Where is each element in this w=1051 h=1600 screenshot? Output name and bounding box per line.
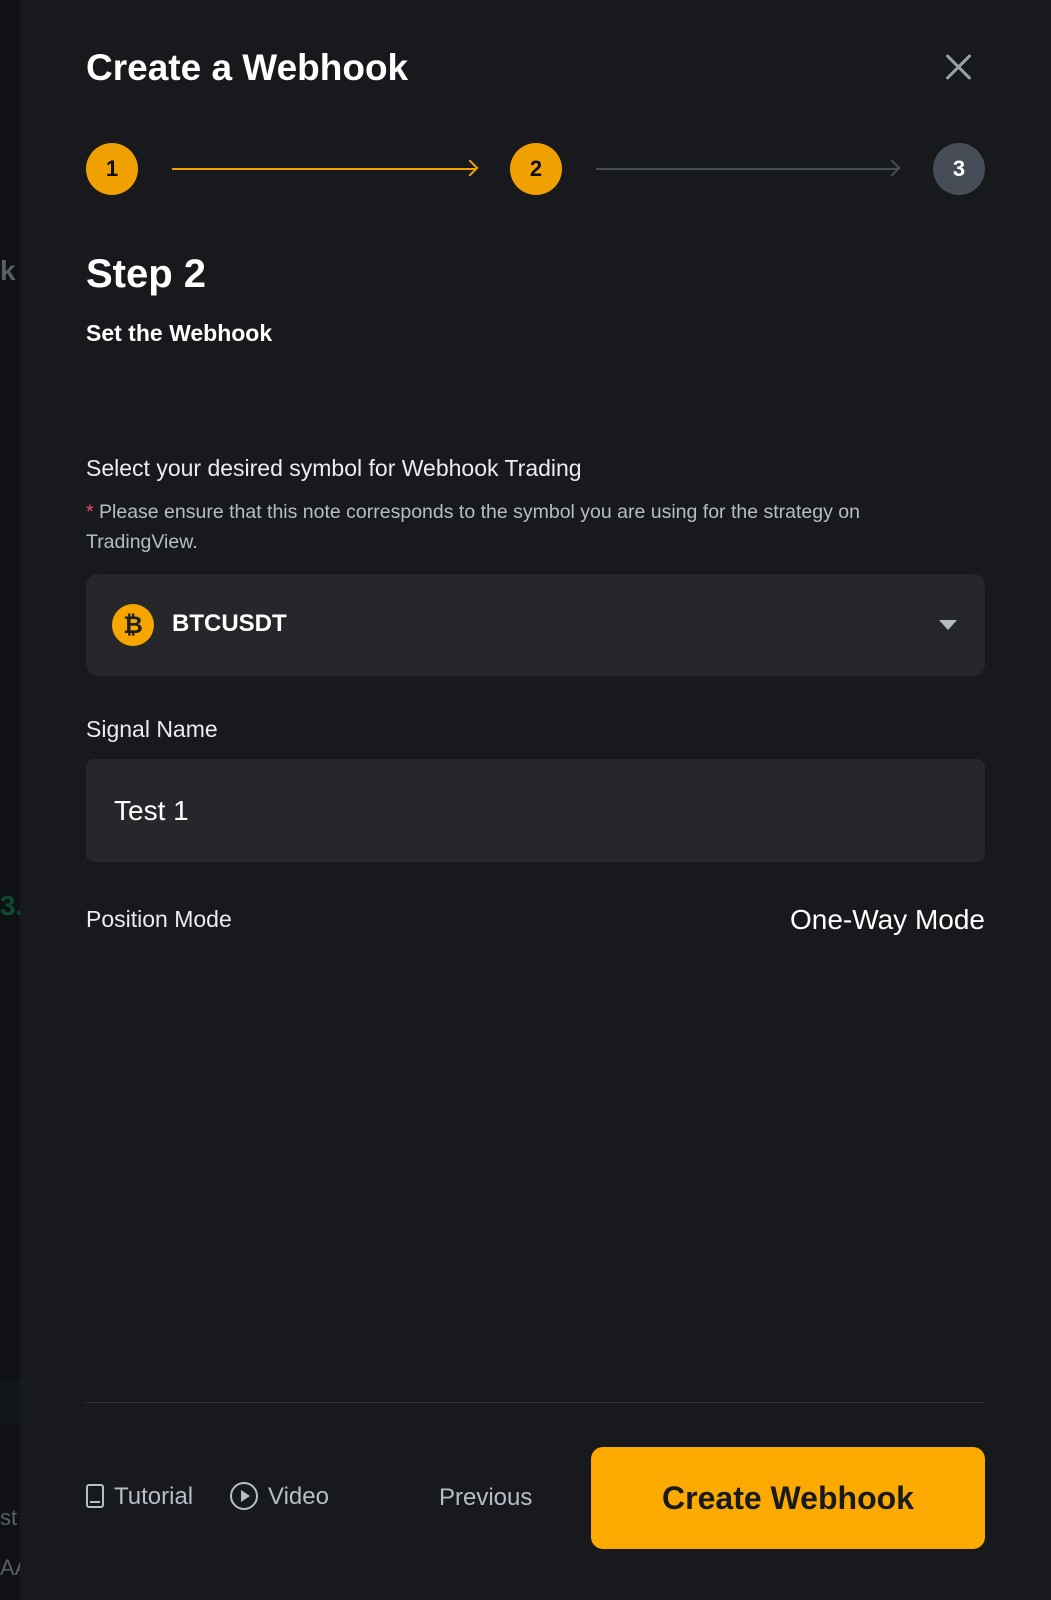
background-text-fragment: st	[0, 1505, 18, 1530]
video-label: Video	[268, 1483, 329, 1510]
video-link[interactable]: Video	[230, 1481, 329, 1512]
step-subtitle: Set the Webhook	[86, 320, 273, 346]
tutorial-link[interactable]: Tutorial	[86, 1483, 193, 1511]
required-asterisk: *	[86, 501, 94, 523]
signal-name-input[interactable]	[86, 759, 985, 862]
caret-down-icon	[939, 620, 957, 630]
close-icon[interactable]	[941, 50, 977, 86]
step-connector-arrow	[172, 159, 479, 177]
arrow-right-icon	[461, 159, 479, 177]
symbol-note: * Please ensure that this note correspon…	[86, 497, 966, 557]
step-title: Step 2	[86, 252, 207, 296]
arrow-right-icon	[883, 159, 901, 177]
create-webhook-drawer: Create a Webhook 1 2 3 Step 2 Set the We…	[20, 0, 1051, 1600]
step-indicator-3: 3	[933, 143, 985, 195]
tutorial-label: Tutorial	[114, 1483, 194, 1510]
step-connector-arrow	[596, 159, 901, 177]
previous-button[interactable]: Previous	[439, 1484, 532, 1512]
background-band	[0, 1380, 20, 1424]
position-mode-label: Position Mode	[86, 906, 232, 932]
step-indicator-2: 2	[510, 143, 562, 195]
background-text-fragment: k	[0, 255, 16, 286]
drawer-title: Create a Webhook	[86, 47, 409, 88]
symbol-select[interactable]: ₿ BTCUSDT	[86, 574, 985, 676]
create-webhook-button[interactable]: Create Webhook	[591, 1447, 985, 1549]
drawer-header: Create a Webhook	[86, 44, 985, 92]
signal-name-label: Signal Name	[86, 716, 218, 742]
footer-divider	[86, 1402, 985, 1403]
symbol-field-label: Select your desired symbol for Webhook T…	[86, 455, 582, 481]
play-circle-icon	[230, 1481, 258, 1510]
symbol-select-value: BTCUSDT	[172, 610, 287, 637]
bitcoin-icon: ₿	[112, 604, 154, 646]
position-mode-value: One-Way Mode	[789, 904, 985, 935]
symbol-note-text: Please ensure that this note corresponds…	[86, 501, 860, 553]
background-page: k 3. st AA	[0, 0, 29, 1600]
step-indicator-1: 1	[86, 143, 138, 195]
stepper: 1 2 3	[86, 143, 985, 195]
book-icon	[86, 1483, 104, 1508]
